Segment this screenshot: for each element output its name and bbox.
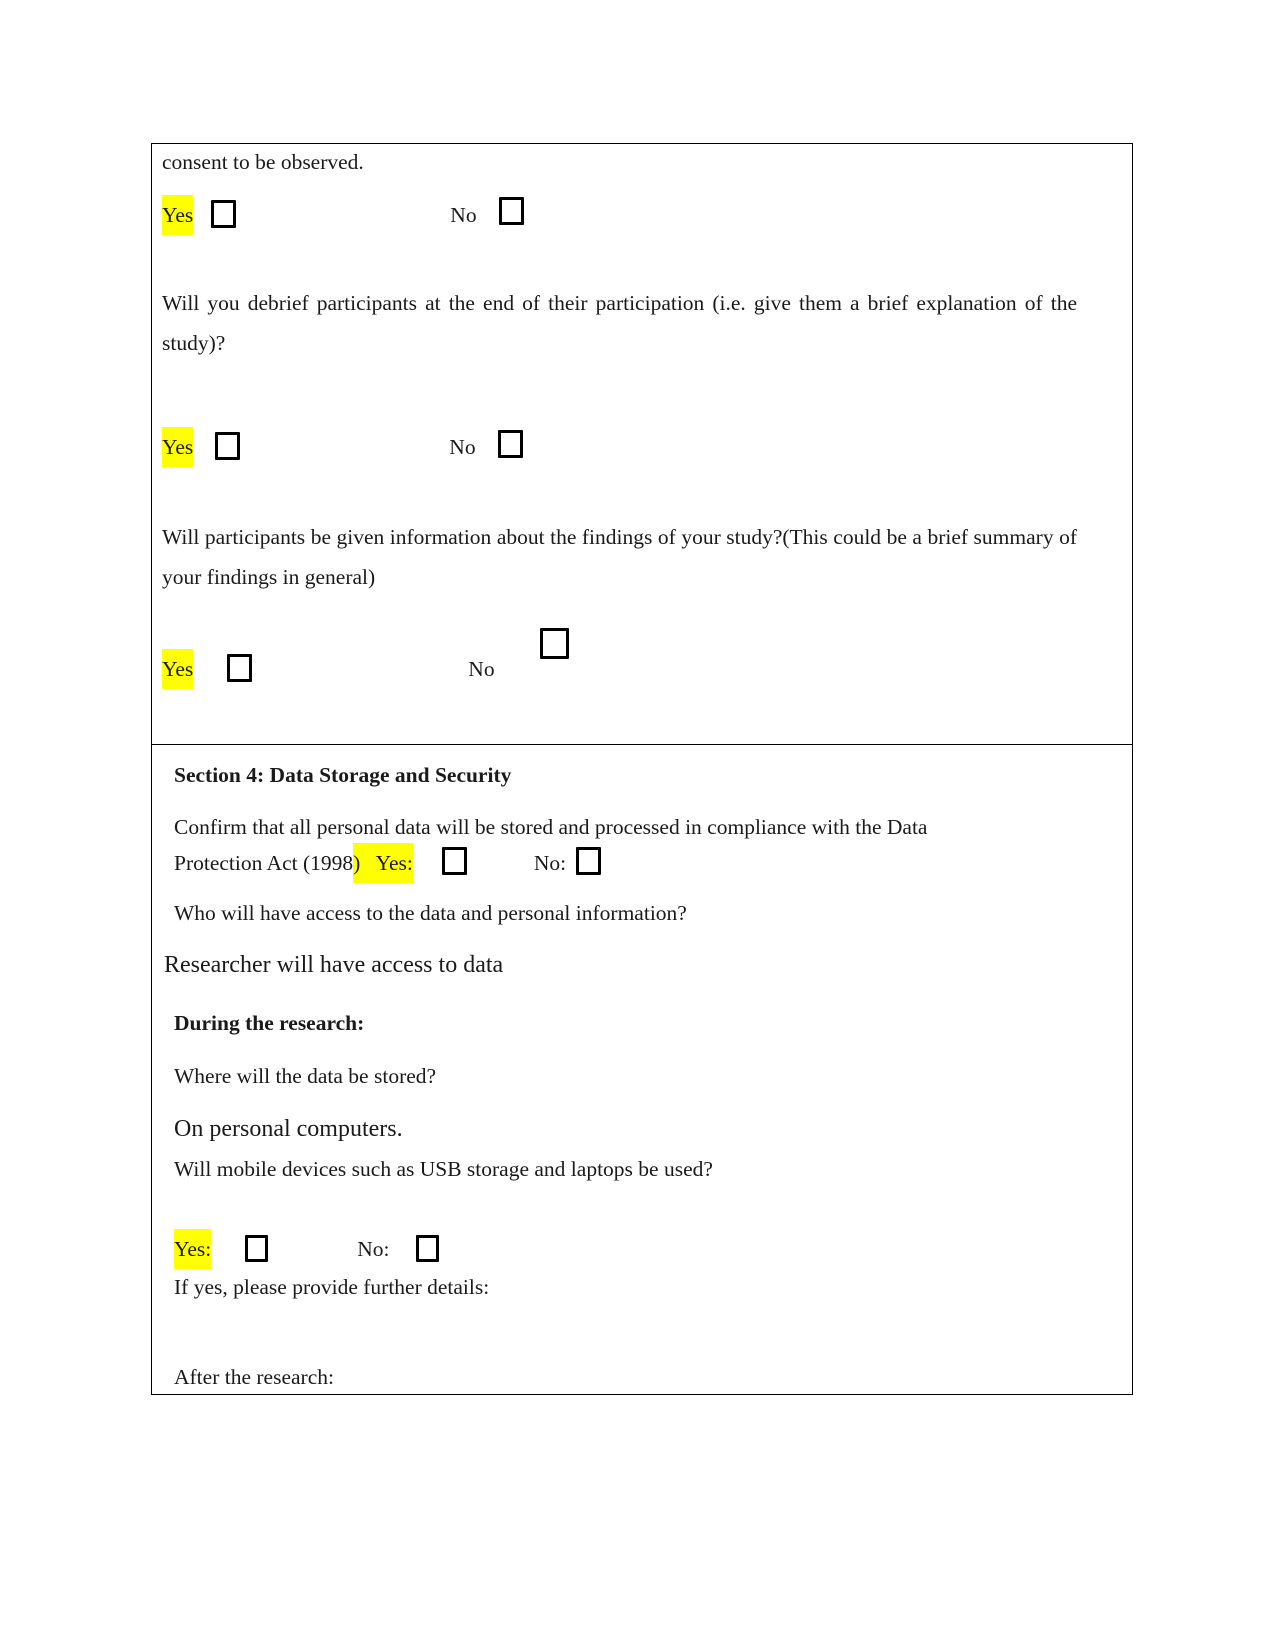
dpa-confirm-line2: Protection Act (1998 xyxy=(174,851,354,875)
q3-no-checkbox[interactable] xyxy=(540,628,569,659)
q3-no-label: No xyxy=(468,657,495,681)
document-page: consent to be observed. Yes No Will you … xyxy=(0,0,1275,1651)
mobile-devices-question: Will mobile devices such as USB storage … xyxy=(174,1157,713,1181)
who-access-answer: Researcher will have access to data xyxy=(164,952,504,978)
mobile-no-label: No: xyxy=(357,1237,390,1261)
dpa-yes-label: ) Yes: xyxy=(353,843,413,883)
dpa-answer-row: Protection Act (1998) Yes: No: xyxy=(174,843,602,883)
q3-yes-label: Yes xyxy=(162,649,194,689)
dpa-no-checkbox[interactable] xyxy=(576,847,602,875)
where-stored-question: Where will the data be stored? xyxy=(174,1064,437,1088)
q2-no-checkbox[interactable] xyxy=(497,430,523,458)
mobile-answer-row: Yes: No: xyxy=(174,1229,439,1269)
during-research-heading: During the research: xyxy=(174,1011,365,1035)
q2-answer-row: Yes No xyxy=(162,427,523,467)
who-access-question: Who will have access to the data and per… xyxy=(174,901,687,925)
dpa-yes-checkbox[interactable] xyxy=(441,847,467,875)
q1-yes-checkbox[interactable] xyxy=(211,200,237,228)
q2-yes-checkbox[interactable] xyxy=(215,432,241,460)
where-stored-answer: On personal computers. xyxy=(174,1116,403,1142)
q1-no-label: No xyxy=(450,203,477,227)
q1-no-checkbox[interactable] xyxy=(498,197,524,225)
dpa-confirm-line1: Confirm that all personal data will be s… xyxy=(174,815,928,839)
questions-cell: consent to be observed. Yes No Will you … xyxy=(152,144,1132,744)
q3-answer-row: Yes No xyxy=(162,649,495,689)
mobile-yes-checkbox[interactable] xyxy=(245,1235,269,1262)
q2-question: Will you debrief participants at the end… xyxy=(162,291,1077,355)
consent-line: consent to be observed. xyxy=(162,150,364,174)
q2-yes-label: Yes xyxy=(162,427,194,467)
section4-cell: Section 4: Data Storage and Security Con… xyxy=(152,744,1132,1394)
section4-heading: Section 4: Data Storage and Security xyxy=(174,763,512,787)
mobile-yes-label: Yes: xyxy=(174,1229,212,1269)
dpa-no-label: No: xyxy=(533,851,567,875)
q2-no-label: No xyxy=(449,435,476,459)
form-table: consent to be observed. Yes No Will you … xyxy=(151,143,1133,1395)
q3-yes-checkbox[interactable] xyxy=(227,654,253,682)
further-details-prompt: If yes, please provide further details: xyxy=(174,1275,490,1299)
q1-yes-label: Yes xyxy=(162,195,194,235)
q1-answer-row: Yes No xyxy=(162,195,524,235)
mobile-no-checkbox[interactable] xyxy=(415,1235,439,1262)
q3-question: Will participants be given information a… xyxy=(162,525,1077,589)
after-research-heading: After the research: xyxy=(174,1365,334,1389)
